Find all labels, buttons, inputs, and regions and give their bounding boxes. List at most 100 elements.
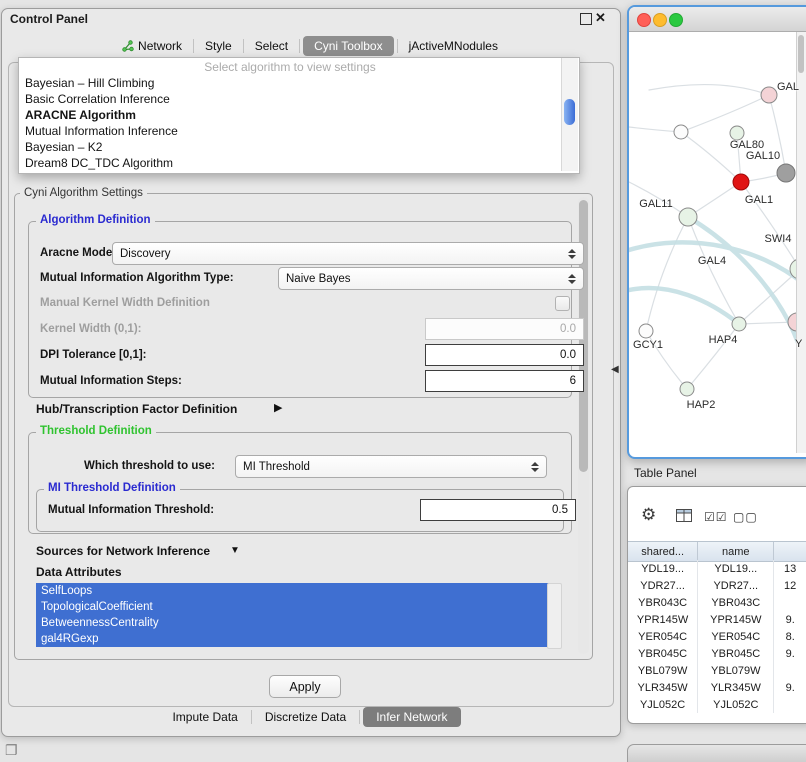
node-label: GAL (777, 81, 799, 93)
apply-button[interactable]: Apply (269, 675, 341, 698)
algorithm-definition-title: Algorithm Definition (36, 214, 155, 226)
network-node[interactable] (761, 87, 777, 103)
expand-right-icon[interactable]: ▶ (274, 401, 282, 414)
column-header[interactable]: name (698, 542, 774, 561)
control-panel-title: Control Panel (10, 12, 88, 26)
node-label: GAL1 (745, 194, 773, 206)
network-node[interactable] (730, 126, 744, 140)
table-row[interactable]: YDR27... YDR27... 12 (628, 577, 806, 594)
tab-impute-data[interactable]: Impute Data (159, 707, 250, 727)
column-header[interactable]: shared... (628, 542, 698, 561)
tab-network[interactable]: Network (111, 36, 193, 56)
node-label: HAP2 (687, 399, 716, 411)
aracne-mode-combo[interactable]: Discovery (112, 242, 584, 265)
table-panel-title: Table Panel (634, 466, 697, 480)
aracne-mode-label: Aracne Mode: (40, 247, 116, 259)
gear-icon[interactable]: ⚙ (641, 505, 656, 525)
mi-threshold-label: Mutual Information Threshold: (48, 504, 214, 516)
minimize-traffic-light[interactable] (653, 13, 667, 27)
network-scrollbar-thumb[interactable] (798, 35, 804, 73)
network-node[interactable] (777, 164, 795, 182)
table-cell (774, 696, 806, 713)
list-item-selected[interactable]: BetweennessCentrality (36, 615, 551, 631)
network-node[interactable] (733, 174, 749, 190)
algorithm-option[interactable]: Bayesian – Hill Climbing (20, 75, 563, 91)
list-item-selected[interactable]: gal4RGexp (36, 631, 551, 647)
tab-style[interactable]: Style (194, 36, 243, 56)
threshold-definition-title: Threshold Definition (36, 425, 156, 437)
network-node[interactable] (679, 208, 697, 226)
table-cell (774, 594, 806, 611)
network-node[interactable] (732, 317, 746, 331)
network-node[interactable] (639, 324, 653, 338)
which-threshold-label: Which threshold to use: (84, 460, 215, 472)
data-attributes-label: Data Attributes (36, 565, 122, 579)
control-panel-tabs: Network Style Select Cyni Toolbox jActiv… (0, 36, 620, 56)
table-cell: YER054C (628, 628, 698, 645)
hub-section-label[interactable]: Hub/Transcription Factor Definition (36, 402, 237, 416)
node-label: Y (795, 338, 802, 350)
dpi-tolerance-field[interactable]: 0.0 (425, 344, 584, 366)
node-label: SWI4 (765, 233, 792, 245)
node-table: YDL19... YDL19... 13 YDR27... YDR27... 1… (628, 560, 806, 713)
tab-jactivemodules[interactable]: jActiveMNodules (398, 36, 509, 56)
mi-steps-field[interactable]: 6 (425, 370, 584, 392)
tab-infer-network[interactable]: Infer Network (363, 707, 460, 727)
mi-algorithm-type-combo[interactable]: Naive Bayes (278, 267, 584, 290)
node-label: GAL4 (698, 255, 726, 267)
collapse-left-icon[interactable]: ◀ (611, 364, 619, 375)
combo-arrows-icon (568, 274, 576, 284)
list-item-selected[interactable]: SelfLoops (36, 583, 551, 599)
kernel-width-label: Kernel Width (0,1): (40, 323, 141, 335)
manual-kernel-checkbox[interactable] (555, 296, 570, 311)
list-scrollbar-track[interactable] (547, 583, 562, 649)
which-threshold-combo[interactable]: MI Threshold (235, 455, 547, 478)
network-node[interactable] (674, 125, 688, 139)
mi-steps-label: Mutual Information Steps: (40, 375, 182, 387)
table-cell: 9. (774, 679, 806, 696)
manual-kernel-label: Manual Kernel Width Definition (40, 297, 210, 309)
tab-cyni-toolbox[interactable]: Cyni Toolbox (303, 36, 393, 56)
table-row[interactable]: YDL19... YDL19... 13 (628, 560, 806, 577)
tab-select[interactable]: Select (244, 36, 299, 56)
node-label: GAL10 (746, 150, 780, 162)
table-cell: YLR345W (698, 679, 774, 696)
algorithm-option-selected[interactable]: ARACNE Algorithm (20, 107, 563, 123)
table-cell: YER054C (698, 628, 774, 645)
table-row[interactable]: YER054C YER054C 8. (628, 628, 806, 645)
restore-panel-icon[interactable]: ❐ (5, 742, 18, 759)
algorithm-option[interactable]: Mutual Information Inference (20, 123, 563, 139)
table-row[interactable]: YJL052C YJL052C (628, 696, 806, 713)
float-window-icon[interactable] (580, 13, 592, 25)
close-traffic-light[interactable] (637, 13, 651, 27)
sources-section-label[interactable]: Sources for Network Inference (36, 544, 210, 558)
expand-down-icon[interactable]: ▼ (230, 545, 240, 556)
zoom-traffic-light[interactable] (669, 13, 683, 27)
table-row[interactable]: YPR145W YPR145W 9. (628, 611, 806, 628)
table-cell: YBR043C (628, 594, 698, 611)
table-row[interactable]: YBR045C YBR045C 9. (628, 645, 806, 662)
columns-icon[interactable] (676, 509, 692, 522)
algorithm-option[interactable]: Basic Correlation Inference (20, 91, 563, 107)
tab-network-label: Network (138, 39, 182, 53)
column-header[interactable] (774, 542, 806, 561)
kernel-width-field[interactable]: 0.0 (425, 318, 584, 340)
close-icon[interactable]: ✕ (595, 10, 606, 26)
algorithm-option[interactable]: Dream8 DC_TDC Algorithm (20, 155, 563, 171)
network-node[interactable] (680, 382, 694, 396)
bottom-panel-bar[interactable] (627, 744, 806, 762)
table-cell: YBR045C (628, 645, 698, 662)
table-cell: 12 (774, 577, 806, 594)
list-item-selected[interactable]: TopologicalCoefficient (36, 599, 551, 615)
popup-scrollbar-thumb[interactable] (564, 99, 575, 125)
mi-threshold-field[interactable]: 0.5 (420, 499, 576, 521)
table-row[interactable]: YBR043C YBR043C (628, 594, 806, 611)
table-row[interactable]: YBL079W YBL079W (628, 662, 806, 679)
table-row[interactable]: YLR345W YLR345W 9. (628, 679, 806, 696)
deselect-all-checks-icon[interactable]: ▢▢ (733, 510, 758, 524)
select-all-checks-icon[interactable]: ☑☑ (704, 510, 728, 524)
tab-discretize-data[interactable]: Discretize Data (252, 707, 359, 727)
network-scrollbar-track[interactable] (796, 32, 806, 453)
table-cell: 9. (774, 611, 806, 628)
algorithm-option[interactable]: Bayesian – K2 (20, 139, 563, 155)
